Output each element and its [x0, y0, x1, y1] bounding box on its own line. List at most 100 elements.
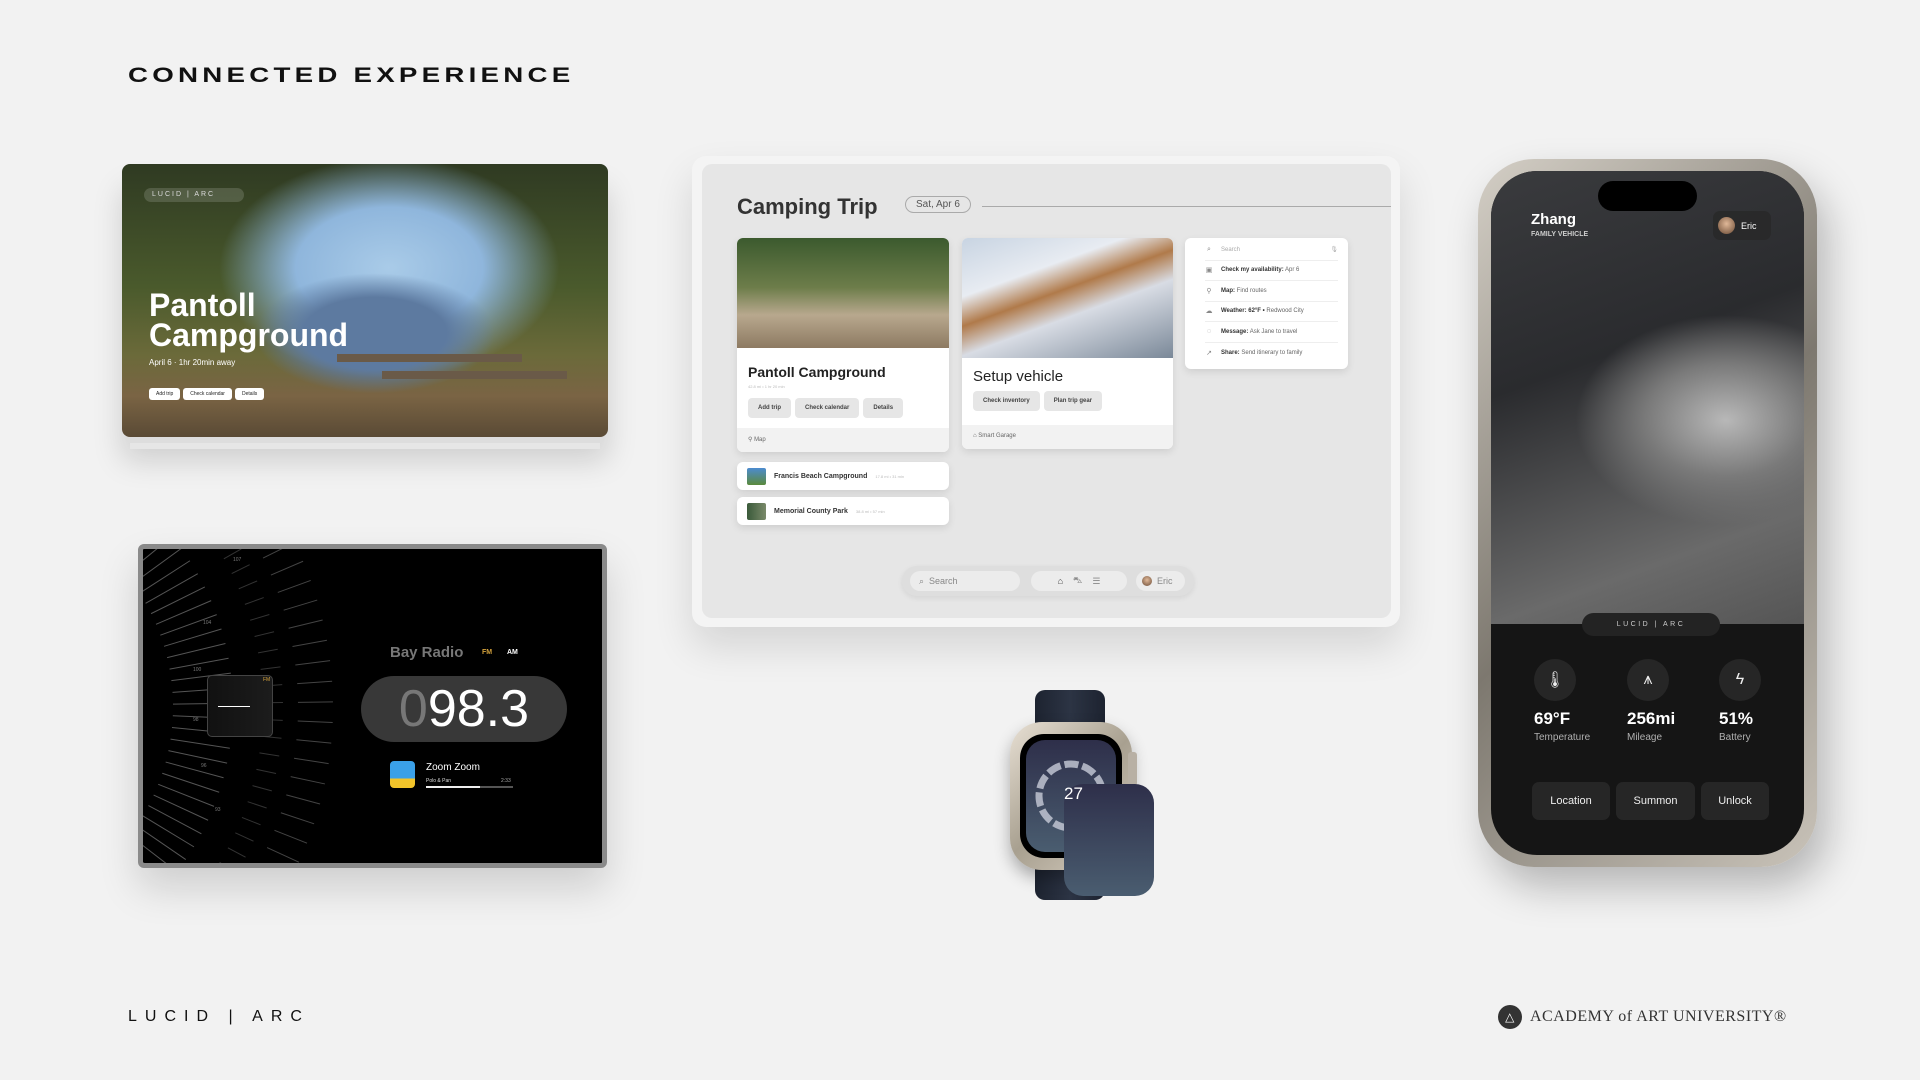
stat-value: 256mi — [1627, 709, 1676, 728]
dial-tick — [280, 812, 315, 825]
dial-label: 100 — [193, 667, 202, 673]
menu-icon[interactable]: ☰ — [1092, 576, 1100, 587]
campground-display: LUCID | ARC Pantoll Campground April 6 · … — [122, 164, 608, 437]
station-name: Bay Radio — [390, 644, 464, 661]
dial-tick — [143, 549, 158, 561]
add-trip-button[interactable]: Add trip — [748, 398, 791, 418]
dial-tick — [274, 829, 308, 844]
dial-tick — [247, 801, 267, 809]
dial-tick — [297, 680, 333, 685]
vehicle-card[interactable]: Setup vehicle Check inventory Plan trip … — [962, 238, 1173, 449]
dial-tick — [259, 752, 280, 757]
trip-date[interactable]: Sat, Apr 6 — [905, 196, 971, 213]
smart-garage-link[interactable]: ⌂ Smart Garage — [962, 425, 1173, 449]
vehicle-owner: Zhang — [1531, 211, 1576, 228]
dial-tick — [150, 586, 206, 615]
dial-tick — [163, 628, 222, 647]
mic-icon[interactable]: 🎙︎ — [1330, 246, 1338, 253]
dock-search[interactable]: ⌕ Search — [910, 571, 1020, 591]
car-icon[interactable]: ⛍ — [1073, 575, 1082, 587]
dock-user[interactable]: Eric — [1136, 571, 1185, 591]
stat-temperature: 🌡︎ 69°F Temperature — [1534, 659, 1624, 743]
dial-tick — [244, 597, 264, 605]
dial-tick — [292, 639, 328, 648]
action-buttons: Add trip Check calendar Details — [149, 388, 265, 400]
dial-tick — [219, 861, 222, 863]
dial-tick — [262, 549, 283, 559]
assistant-search[interactable]: ⌕ Search 🎙︎ — [1205, 240, 1338, 261]
dial-tick — [250, 614, 270, 621]
dial-label: 98 — [193, 717, 199, 723]
list-item[interactable]: Francis Beach Campground 17.8 mi • 31 min — [737, 462, 949, 490]
plan-trip-gear-button[interactable]: Plan trip gear — [1043, 391, 1103, 411]
song-progress-fill — [426, 786, 480, 788]
lucid-arc-logo: LUCID | ARC — [128, 1008, 310, 1025]
location-button[interactable]: Location — [1532, 782, 1610, 820]
map-link[interactable]: ⚲ Map — [737, 428, 949, 452]
dial-tick — [143, 815, 195, 848]
check-calendar-button[interactable]: Check calendar — [795, 398, 860, 418]
assistant-item[interactable]: ◌ Message: Ask Jane to travel — [1205, 322, 1338, 343]
assistant-item[interactable]: ↗ Share: Send itinerary to family — [1205, 343, 1338, 364]
dial-tick — [143, 560, 191, 592]
camping-trip-content: Camping Trip Sat, Apr 6 Pantoll Campgrou… — [702, 164, 1391, 618]
list-item[interactable]: Memorial County Park 38.8 mi • 57 min — [737, 497, 949, 525]
dial-tick — [257, 648, 278, 654]
picnic-table — [382, 371, 567, 379]
garage-icon[interactable]: ⌂ — [1058, 576, 1063, 586]
dial-tick — [293, 757, 329, 765]
assistant-panel: ⌕ Search 🎙︎ ▣ Check my availability: Apr 6 ⚲… — [1185, 238, 1348, 369]
dial-tick — [231, 564, 250, 575]
dial-tick — [254, 631, 275, 637]
stat-battery: ϟ 51% Battery — [1719, 659, 1804, 743]
dial-tick — [290, 776, 326, 785]
watch-crown[interactable] — [1128, 752, 1137, 786]
assistant-item[interactable]: ▣ Check my availability: Apr 6 — [1205, 261, 1338, 281]
dial-tick — [252, 785, 272, 792]
dial-tick — [297, 720, 333, 723]
card-buttons: Check inventory Plan trip gear — [973, 391, 1103, 411]
details-button[interactable]: Details — [234, 388, 265, 400]
dial-tick — [235, 832, 254, 842]
dial-tick — [266, 847, 300, 863]
dial-tick — [168, 750, 228, 764]
check-calendar-button[interactable]: Check calendar — [183, 388, 232, 400]
dial-tick — [145, 573, 199, 604]
watch-face: 27 — [1026, 740, 1154, 896]
assistant-item[interactable]: ☁ Weather: 62°F • Redwood City — [1205, 302, 1338, 322]
unlock-button[interactable]: Unlock — [1701, 782, 1769, 820]
dial-pointer[interactable] — [207, 675, 273, 737]
brand-badge: LUCID | ARC — [144, 188, 244, 202]
camping-trip-screen: Camping Trip Sat, Apr 6 Pantoll Campgrou… — [692, 156, 1400, 627]
assistant-item[interactable]: ⚲ Map: Find routes — [1205, 281, 1338, 302]
band-am[interactable]: AM — [507, 649, 518, 656]
stat-label: Battery — [1719, 732, 1751, 743]
share-icon: ↗ — [1206, 349, 1212, 357]
card-buttons: Add trip Check calendar Details — [748, 398, 904, 418]
dial-tick — [148, 805, 202, 835]
add-trip-button[interactable]: Add trip — [149, 388, 181, 400]
bottom-dock: ⌕ Search ⌂ ⛍ ☰ Eric — [902, 566, 1194, 596]
song-progress[interactable] — [426, 786, 513, 788]
road-icon: ⩚ — [1627, 659, 1669, 701]
campground-card[interactable]: Pantoll Campground 42.8 mi • 1 hr 20 min… — [737, 238, 949, 452]
details-button[interactable]: Details — [863, 398, 904, 418]
cloud-icon: ☁ — [1205, 308, 1213, 316]
user-profile-button[interactable]: Eric — [1713, 211, 1771, 240]
thumbnail — [747, 502, 766, 520]
summon-button[interactable]: Summon — [1616, 782, 1695, 820]
dial-tick — [286, 794, 321, 805]
album-art — [390, 761, 415, 788]
campground-photo — [737, 238, 949, 348]
check-inventory-button[interactable]: Check inventory — [973, 391, 1040, 411]
university-emblem-icon: △ — [1498, 1005, 1522, 1029]
message-icon: ◌ — [1206, 328, 1212, 336]
thumbnail — [747, 467, 766, 485]
song-title: Zoom Zoom — [426, 762, 480, 773]
song-artist: Polo & Pan — [426, 778, 452, 784]
vehicle-subtitle: FAMILY VEHICLE — [1531, 231, 1589, 238]
band-fm[interactable]: FM — [482, 649, 492, 656]
divider — [982, 206, 1391, 207]
song-duration: 2:33 — [501, 778, 511, 784]
dial-tick — [295, 660, 331, 666]
